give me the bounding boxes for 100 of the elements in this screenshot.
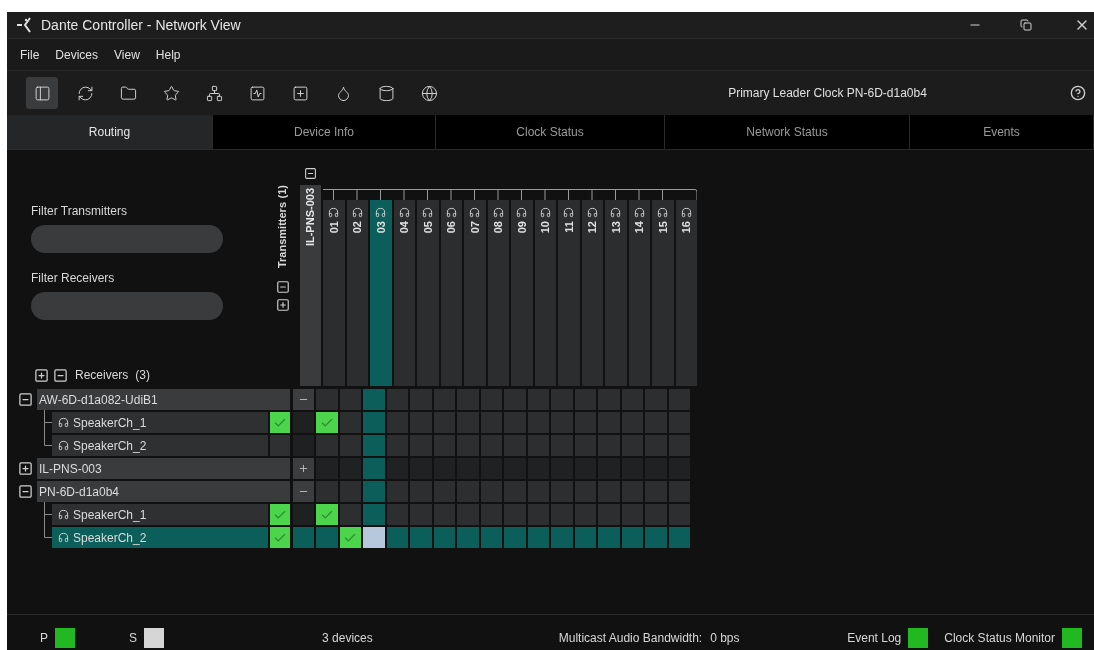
channel-header[interactable]: 12 bbox=[581, 200, 603, 386]
matrix-cell[interactable] bbox=[504, 527, 526, 548]
matrix-cell[interactable] bbox=[574, 389, 596, 410]
matrix-cell[interactable] bbox=[645, 412, 667, 433]
channel-header[interactable]: 09 bbox=[511, 200, 533, 386]
matrix-cell[interactable] bbox=[363, 389, 385, 410]
matrix-cell[interactable] bbox=[316, 527, 338, 548]
matrix-cell[interactable] bbox=[339, 504, 361, 525]
matrix-cell[interactable] bbox=[504, 435, 526, 456]
matrix-cell[interactable] bbox=[668, 435, 690, 456]
collapse-all-icon[interactable] bbox=[275, 280, 290, 295]
matrix-cell[interactable] bbox=[410, 412, 432, 433]
matrix-cell[interactable] bbox=[551, 481, 573, 502]
routed-cell[interactable] bbox=[316, 504, 338, 525]
matrix-cell[interactable] bbox=[363, 458, 385, 479]
matrix-cell[interactable] bbox=[386, 412, 408, 433]
channel-row[interactable]: SpeakerCh_1 bbox=[52, 504, 268, 525]
matrix-cell[interactable] bbox=[504, 504, 526, 525]
matrix-cell[interactable] bbox=[598, 412, 620, 433]
matrix-cell[interactable] bbox=[433, 504, 455, 525]
matrix-cell[interactable] bbox=[480, 412, 502, 433]
matrix-cell[interactable] bbox=[551, 527, 573, 548]
matrix-cell[interactable] bbox=[316, 389, 338, 410]
matrix-cell[interactable] bbox=[621, 435, 643, 456]
matrix-cell[interactable] bbox=[668, 412, 690, 433]
channel-header[interactable]: 15 bbox=[652, 200, 674, 386]
matrix-cell[interactable] bbox=[598, 527, 620, 548]
matrix-cell[interactable] bbox=[574, 435, 596, 456]
channel-header[interactable]: 02 bbox=[346, 200, 368, 386]
filter-field[interactable] bbox=[31, 292, 223, 320]
matrix-cell[interactable] bbox=[527, 527, 549, 548]
matrix-cell[interactable] bbox=[480, 389, 502, 410]
device-toggle-cell[interactable] bbox=[293, 389, 314, 410]
device-name[interactable]: PN-6D-d1a0b4 bbox=[37, 481, 290, 502]
channel-header[interactable]: 06 bbox=[440, 200, 462, 386]
matrix-cell[interactable] bbox=[504, 481, 526, 502]
help-icon[interactable] bbox=[1070, 85, 1086, 101]
channel-header[interactable]: 11 bbox=[558, 200, 580, 386]
matrix-cell[interactable] bbox=[410, 527, 432, 548]
channel-header[interactable]: 05 bbox=[417, 200, 439, 386]
matrix-cell[interactable] bbox=[480, 527, 502, 548]
matrix-cell[interactable] bbox=[480, 504, 502, 525]
matrix-cell[interactable] bbox=[410, 504, 432, 525]
matrix-cell[interactable] bbox=[574, 504, 596, 525]
matrix-cell[interactable] bbox=[457, 412, 479, 433]
matrix-cell[interactable] bbox=[574, 527, 596, 548]
matrix-cell[interactable] bbox=[386, 527, 408, 548]
matrix-cell[interactable] bbox=[574, 481, 596, 502]
channel-header[interactable]: 04 bbox=[393, 200, 415, 386]
matrix-cell[interactable] bbox=[363, 435, 385, 456]
matrix-cell[interactable] bbox=[598, 481, 620, 502]
matrix-cell[interactable] bbox=[527, 412, 549, 433]
channel-row[interactable]: SpeakerCh_1 bbox=[52, 412, 268, 433]
filter-field[interactable] bbox=[31, 225, 223, 253]
matrix-cell[interactable] bbox=[410, 389, 432, 410]
channel-header[interactable]: 03 bbox=[370, 200, 392, 386]
matrix-cell[interactable] bbox=[551, 435, 573, 456]
channel-header[interactable]: 07 bbox=[464, 200, 486, 386]
channel-header[interactable]: 16 bbox=[675, 200, 697, 386]
matrix-cell[interactable] bbox=[386, 504, 408, 525]
device-name[interactable]: AW-6D-d1a082-UdiB1 bbox=[37, 389, 290, 410]
channel-header[interactable]: 08 bbox=[487, 200, 509, 386]
matrix-cell[interactable] bbox=[433, 527, 455, 548]
tab[interactable]: Device Info bbox=[213, 115, 436, 149]
matrix-cell[interactable] bbox=[645, 389, 667, 410]
matrix-cell[interactable] bbox=[339, 435, 361, 456]
channel-header[interactable]: 14 bbox=[628, 200, 650, 386]
tab[interactable]: Routing bbox=[7, 115, 213, 149]
matrix-cell[interactable] bbox=[598, 389, 620, 410]
menu-item[interactable]: Devices bbox=[48, 45, 106, 64]
collapse-icon[interactable] bbox=[18, 484, 33, 499]
matrix-cell[interactable] bbox=[598, 504, 620, 525]
monitor-label[interactable]: Clock Status Monitor bbox=[944, 628, 1055, 647]
matrix-cell[interactable] bbox=[386, 389, 408, 410]
matrix-cell[interactable] bbox=[668, 481, 690, 502]
matrix-cell[interactable] bbox=[551, 389, 573, 410]
matrix-cell[interactable] bbox=[621, 481, 643, 502]
matrix-cell[interactable] bbox=[410, 435, 432, 456]
channel-row[interactable]: SpeakerCh_2 bbox=[52, 527, 268, 548]
device-toggle-cell[interactable] bbox=[293, 458, 314, 479]
channel-header[interactable]: 10 bbox=[534, 200, 556, 386]
device-name[interactable]: IL-PNS-003 bbox=[37, 458, 290, 479]
matrix-cell[interactable] bbox=[339, 412, 361, 433]
matrix-cell[interactable] bbox=[480, 481, 502, 502]
matrix-cell[interactable] bbox=[339, 481, 361, 502]
matrix-cell[interactable] bbox=[339, 389, 361, 410]
matrix-cell[interactable] bbox=[457, 481, 479, 502]
channel-header[interactable]: 13 bbox=[605, 200, 627, 386]
collapse-icon[interactable] bbox=[304, 167, 317, 180]
matrix-cell[interactable] bbox=[527, 481, 549, 502]
matrix-cell[interactable] bbox=[363, 527, 385, 548]
menu-item[interactable]: Help bbox=[148, 45, 188, 64]
matrix-cell[interactable] bbox=[433, 435, 455, 456]
matrix-cell[interactable] bbox=[386, 481, 408, 502]
monitor-label[interactable]: Event Log bbox=[847, 628, 902, 647]
matrix-cell[interactable] bbox=[668, 389, 690, 410]
matrix-cell[interactable] bbox=[668, 504, 690, 525]
monitor-indicator[interactable] bbox=[908, 627, 929, 648]
matrix-cell[interactable] bbox=[363, 412, 385, 433]
channel-row[interactable]: SpeakerCh_2 bbox=[52, 435, 268, 456]
